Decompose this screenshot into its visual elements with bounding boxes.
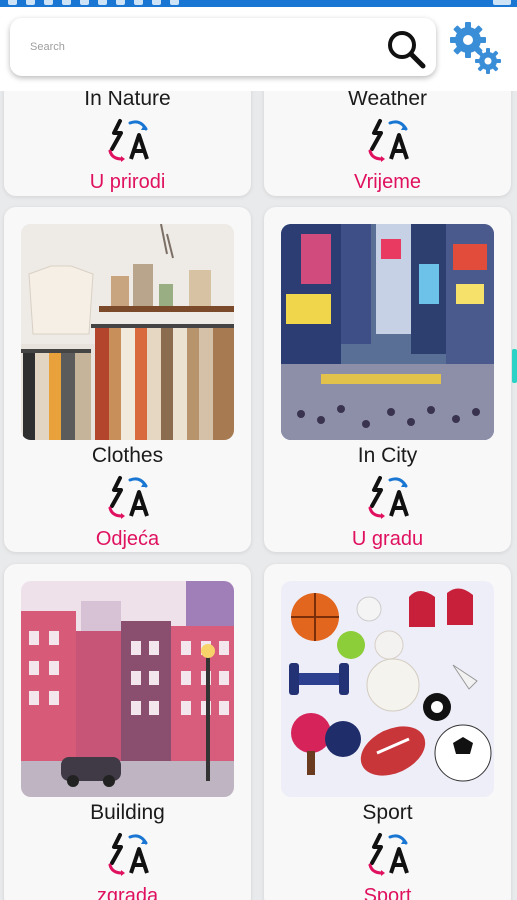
status-bar	[0, 0, 517, 7]
top-bar	[0, 7, 517, 91]
category-title-hr: zgrada	[96, 885, 159, 900]
category-title-en: In City	[357, 444, 418, 467]
translate-logo-icon	[368, 119, 409, 162]
translate-logo-icon	[368, 833, 409, 876]
category-title-hr: Odjeća	[95, 528, 160, 550]
battery-icon	[493, 0, 511, 5]
translate-logo-icon	[108, 833, 149, 876]
category-title-en: Clothes	[91, 444, 164, 467]
gear-icon[interactable]	[448, 20, 506, 78]
category-card-clothes[interactable]: Clothes Odjeća	[4, 207, 251, 552]
category-title-en: Sport	[362, 801, 413, 824]
category-title-hr: Vrijeme	[353, 171, 422, 193]
scrollbar-thumb[interactable]	[512, 349, 517, 383]
status-icons	[8, 0, 179, 5]
search-icon[interactable]	[384, 27, 428, 71]
category-card-in-nature[interactable]: In Nature U prirodi	[4, 91, 251, 196]
translate-logo-icon	[368, 476, 409, 519]
city-image	[281, 224, 494, 440]
category-card-building[interactable]: Building zgrada	[4, 564, 251, 900]
category-title-en: Building	[90, 801, 165, 824]
category-card-in-city[interactable]: In City U gradu	[264, 207, 511, 552]
search-input[interactable]	[30, 36, 360, 58]
category-grid: In Nature U prirodi Weather Vrijeme Clot…	[0, 91, 517, 900]
category-title-en: In Nature	[84, 91, 171, 110]
category-card-sport[interactable]: Sport Sport	[264, 564, 511, 900]
clothes-image	[21, 224, 234, 440]
translate-logo-icon	[108, 119, 149, 162]
category-title-hr: U prirodi	[89, 171, 166, 193]
category-card-weather[interactable]: Weather Vrijeme	[264, 91, 511, 196]
translate-logo-icon	[108, 476, 149, 519]
sport-image	[281, 581, 494, 797]
category-title-hr: U gradu	[351, 528, 424, 550]
category-title-en: Weather	[348, 91, 427, 110]
search-box[interactable]	[10, 18, 436, 76]
category-title-hr: Sport	[363, 885, 412, 900]
building-image	[21, 581, 234, 797]
